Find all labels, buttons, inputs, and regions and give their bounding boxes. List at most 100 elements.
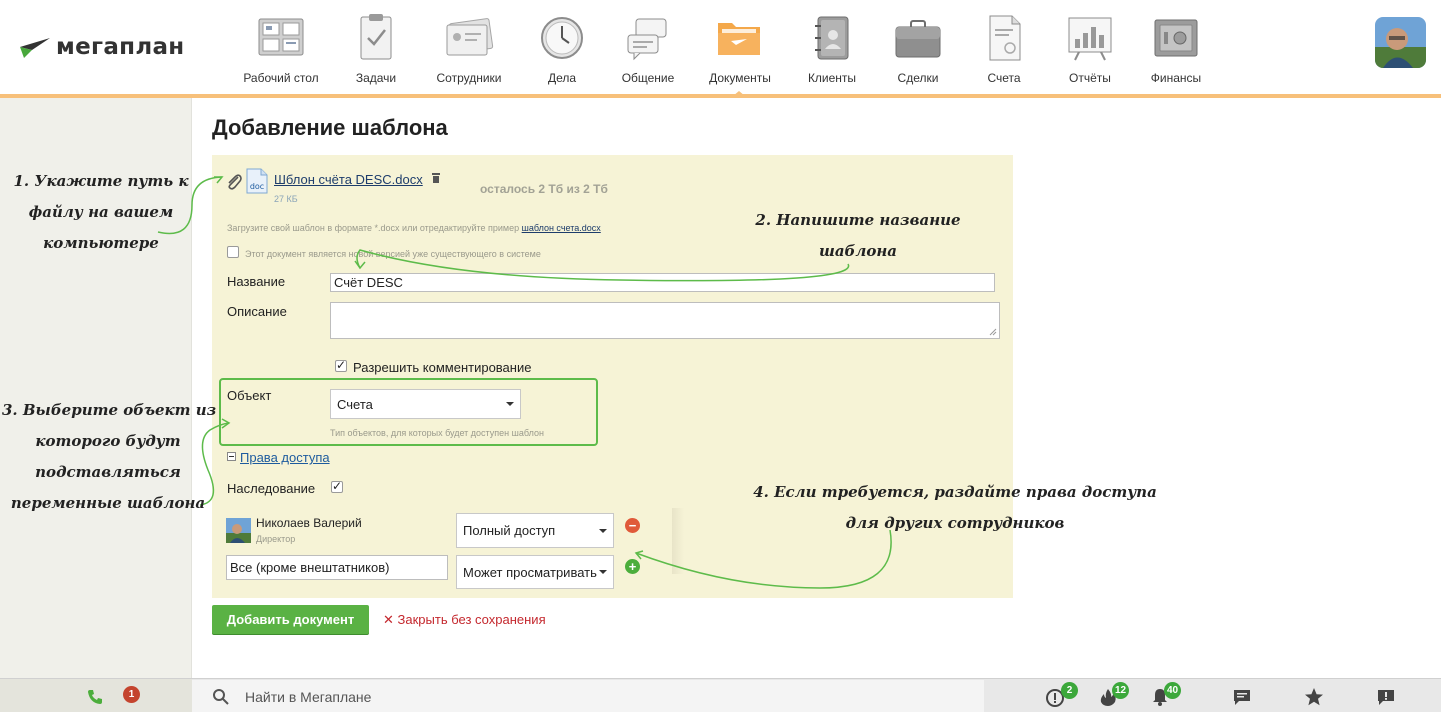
group-input[interactable]: Все (кроме внештатников) (226, 555, 448, 580)
access-user-role: Директор (256, 534, 296, 544)
message-icon[interactable] (1232, 688, 1252, 707)
chat-icon (627, 18, 667, 61)
nav-item-invoices[interactable]: Счета (959, 10, 1049, 90)
search-icon[interactable] (212, 688, 230, 706)
nav-item-communication[interactable]: Общение (603, 10, 693, 90)
folder-icon (718, 23, 760, 55)
collapse-access-toggle[interactable] (227, 452, 236, 461)
user-access-select[interactable]: Полный доступ (456, 513, 614, 548)
nav-label: Сделки (897, 71, 939, 85)
annotation-line: 2. Напишите название (755, 211, 961, 229)
description-label: Описание (227, 304, 287, 319)
annotation-line: компьютере (43, 234, 159, 252)
feedback-icon[interactable] (1376, 688, 1396, 707)
upload-hint-text: Загрузите свой шаблон в формате *.docx и… (227, 223, 522, 233)
annotation-step4: 4. Если требуется, раздайте права доступ… (745, 477, 1165, 539)
group-access-value: Может просматривать (463, 564, 597, 580)
nav-label: Отчёты (1069, 71, 1111, 85)
nav-item-clients[interactable]: Клиенты (787, 10, 877, 90)
group-access-select[interactable]: Может просматривать (456, 555, 614, 589)
clock-icon (541, 17, 583, 59)
nav-label: Сотрудники (436, 71, 502, 85)
chart-board-icon (1068, 17, 1112, 61)
new-version-label: Этот документ является новой версией уже… (245, 249, 541, 259)
add-access-button[interactable]: + (625, 559, 640, 574)
nav-label: Клиенты (807, 71, 857, 85)
employees-icon (446, 18, 494, 56)
alerts-badge[interactable]: 2 (1061, 682, 1078, 699)
access-user-name: Николаев Валерий (256, 516, 362, 530)
nav-item-documents[interactable]: Документы (695, 10, 785, 90)
chevron-down-icon (599, 570, 607, 574)
annotation-line: шаблона (818, 242, 898, 260)
calls-badge[interactable]: 1 (123, 686, 140, 703)
logo-plane-icon (20, 38, 50, 58)
header-accent-line (0, 94, 1441, 98)
tasks-icon (360, 14, 392, 60)
notifications-badge[interactable]: 40 (1164, 682, 1182, 699)
annotation-step2: 2. Напишите название шаблона (748, 205, 968, 267)
annotation-highlight-frame (219, 378, 598, 446)
name-input[interactable]: Счёт DESC (330, 273, 995, 292)
phone-icon[interactable] (86, 688, 104, 706)
allow-comments-label: Разрешить комментирование (353, 360, 532, 375)
inheritance-label: Наследование (227, 481, 316, 496)
close-link-label: Закрыть без сохранения (397, 612, 546, 627)
close-without-saving-link[interactable]: ✕ Закрыть без сохранения (383, 612, 546, 628)
attached-file-name[interactable]: Шблон счёта DESC.docx (274, 172, 423, 187)
briefcase-icon (895, 20, 941, 58)
annotation-line: файлу на вашем (28, 203, 174, 221)
safe-icon (1154, 19, 1198, 57)
search-placeholder[interactable]: Найти в Мегаплане (245, 689, 371, 705)
top-navigation-bar: мегаплан Рабочий стол Задачи Сотрудники … (0, 0, 1441, 94)
nav-item-finance[interactable]: Финансы (1131, 10, 1221, 90)
annotation-line: 4. Если требуется, раздайте права доступ… (753, 483, 1157, 501)
hot-badge[interactable]: 12 (1112, 682, 1130, 699)
annotation-line: подставляться (35, 463, 181, 481)
megaplan-logo[interactable]: мегаплан (18, 30, 184, 64)
new-version-checkbox[interactable] (227, 246, 239, 258)
current-user-avatar[interactable] (1375, 17, 1426, 68)
inheritance-checkbox[interactable] (331, 479, 343, 493)
nav-label: Задачи (355, 71, 397, 85)
invoice-icon (989, 15, 1021, 61)
trash-icon[interactable] (431, 172, 441, 184)
nav-item-tasks[interactable]: Задачи (331, 10, 421, 90)
upload-hint: Загрузите свой шаблон в формате *.docx и… (227, 223, 601, 233)
doc-type-label: doc (250, 182, 264, 191)
minus-icon: − (628, 518, 637, 533)
address-book-icon (815, 16, 849, 60)
nav-item-reports[interactable]: Отчёты (1045, 10, 1135, 90)
nav-item-deals[interactable]: Сделки (873, 10, 963, 90)
access-scroll-shadow (672, 508, 684, 574)
desktop-icon (258, 18, 304, 56)
nav-item-desktop[interactable]: Рабочий стол (236, 10, 326, 90)
name-label: Название (227, 274, 286, 289)
nav-label: Документы (709, 71, 771, 85)
nav-item-affairs[interactable]: Дела (517, 10, 607, 90)
description-textarea[interactable] (330, 302, 1000, 339)
star-icon[interactable] (1304, 687, 1324, 707)
nav-label: Счета (987, 71, 1021, 85)
annotation-step1: 1. Укажите путь к файлу на вашем компьют… (10, 166, 192, 259)
allow-comments-checkbox[interactable] (335, 358, 347, 372)
close-icon: ✕ (383, 612, 394, 627)
user-avatar (226, 518, 251, 543)
plus-icon: + (628, 559, 637, 574)
remove-access-button[interactable]: − (625, 518, 640, 533)
storage-remaining: осталось 2 Тб из 2 Тб (480, 182, 608, 196)
active-nav-indicator (733, 91, 745, 96)
paperclip-icon[interactable] (225, 171, 243, 191)
annotation-line: которого будут (35, 432, 181, 450)
example-template-link[interactable]: шаблон счета.docx (522, 223, 601, 233)
nav-item-employees[interactable]: Сотрудники (424, 10, 514, 90)
resize-grip-icon[interactable] (989, 328, 997, 336)
logo-text: мегаплан (56, 34, 185, 60)
annotation-line: 1. Укажите путь к (13, 172, 189, 190)
user-access-value: Полный доступ (463, 523, 556, 538)
add-document-button[interactable]: Добавить документ (212, 605, 369, 634)
access-rights-link[interactable]: Права доступа (240, 450, 330, 465)
annotation-step3: 3. Выберите объект из которого будут под… (2, 395, 216, 519)
user-photo-icon (1375, 17, 1426, 68)
page-title: Добавление шаблона (212, 115, 448, 140)
